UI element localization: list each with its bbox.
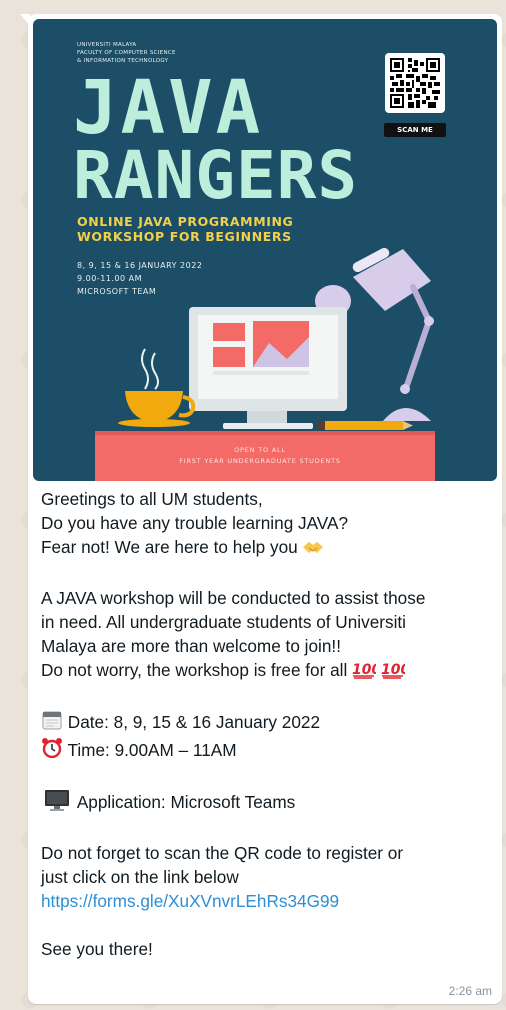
desktop-computer-icon xyxy=(41,789,73,817)
handshake-icon xyxy=(302,538,324,562)
message-timestamp: 2:26 am xyxy=(448,984,492,998)
message-closing: See you there! xyxy=(41,939,153,959)
message-bubble[interactable]: UNIVERSITI MALAYA FACULTY OF COMPUTER SC… xyxy=(20,14,502,1004)
hundred-points-icon: 100 xyxy=(381,659,410,685)
coffee-cup-icon xyxy=(118,348,196,427)
message-greeting: Greetings to all UM students, xyxy=(41,489,263,509)
register-line-1: Do not forget to scan the QR code to reg… xyxy=(41,843,404,863)
alarm-clock-icon xyxy=(41,737,63,765)
message-question: Do you have any trouble learning JAVA? xyxy=(41,513,349,533)
hundred-points-icon: 100 xyxy=(352,659,382,685)
message-paragraph-line-1: A JAVA workshop will be conducted to ass… xyxy=(41,588,426,608)
message-paragraph-line-4: Do not worry, the workshop is free for a… xyxy=(41,658,491,685)
poster-footer: OPEN TO ALL FIRST YEAR UNDERGRADUATE STU… xyxy=(179,446,341,465)
monitor-icon xyxy=(189,307,347,429)
registration-link[interactable]: https://forms.gle/XuXVnvrLEhRs34G99 xyxy=(41,891,339,911)
register-line-2: just click on the link below xyxy=(41,867,239,887)
event-date-line: Date: 8, 9, 15 & 16 January 2022 xyxy=(41,709,491,737)
message-text: Greetings to all UM students, Do you hav… xyxy=(33,481,497,961)
event-time-line: Time: 9.00AM – 11AM xyxy=(41,737,491,765)
message-paragraph-line-3: Malaya are more than welcome to join!! xyxy=(41,636,341,656)
poster-image[interactable]: UNIVERSITI MALAYA FACULTY OF COMPUTER SC… xyxy=(33,19,497,481)
message-reassure-line: Fear not! We are here to help you xyxy=(41,535,491,562)
message-paragraph-line-2: in need. All undergraduate students of U… xyxy=(41,612,406,632)
event-application-line: Application: Microsoft Teams xyxy=(41,789,491,817)
poster-illustration xyxy=(95,247,435,481)
pencil-icon xyxy=(317,421,413,430)
calendar-icon xyxy=(41,709,63,737)
